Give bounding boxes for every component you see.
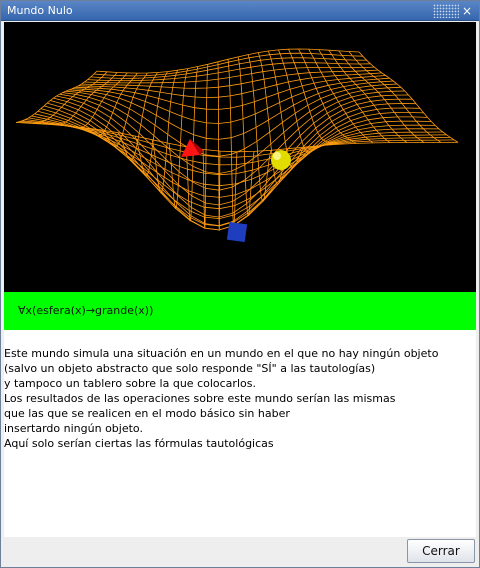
formula-row[interactable]: ∀x(esfera(x)→grande(x)) bbox=[4, 292, 476, 330]
mesh-line bbox=[237, 56, 255, 217]
formula-text: ∀x(esfera(x)→grande(x)) bbox=[18, 304, 154, 317]
mesh-line bbox=[15, 70, 98, 123]
button-bar: Cerrar bbox=[4, 537, 476, 567]
blue-cube-icon bbox=[226, 221, 248, 243]
mesh-line bbox=[168, 68, 189, 210]
description-panel: Este mundo simula una situación en un mu… bbox=[4, 330, 476, 537]
description-line: Los resultados de las operaciones sobre … bbox=[4, 392, 396, 405]
world-3d-view[interactable] bbox=[4, 22, 476, 292]
yellow-sphere-highlight-icon bbox=[273, 152, 281, 160]
description-line: Este mundo simula una situación en un mu… bbox=[4, 347, 439, 360]
description-line: insertardo ningún objeto. bbox=[4, 422, 143, 435]
description-line: Aquí solo serían ciertas las fórmulas ta… bbox=[4, 437, 274, 450]
mesh-line bbox=[47, 102, 420, 231]
dialog-window: Mundo Nulo × ∀x(esfera(x)→grande(x)) Est… bbox=[0, 0, 480, 568]
description-line: (salvo un objeto abstracto que solo resp… bbox=[4, 362, 376, 375]
mesh-line bbox=[151, 70, 178, 194]
close-icon[interactable]: × bbox=[460, 4, 474, 18]
title-bar[interactable]: Mundo Nulo × bbox=[1, 1, 479, 21]
mesh-line bbox=[50, 100, 417, 227]
yellow-sphere-icon bbox=[271, 150, 291, 170]
mesh-surface bbox=[15, 48, 459, 243]
title-grip-icon bbox=[433, 4, 459, 18]
description-line: y tampoco un tablero sobre la que coloca… bbox=[4, 377, 256, 390]
mesh-line bbox=[227, 59, 238, 226]
window-title: Mundo Nulo bbox=[7, 4, 73, 17]
description-line: que las que se realicen en el modo básic… bbox=[4, 407, 290, 420]
close-button[interactable]: Cerrar bbox=[407, 539, 475, 563]
